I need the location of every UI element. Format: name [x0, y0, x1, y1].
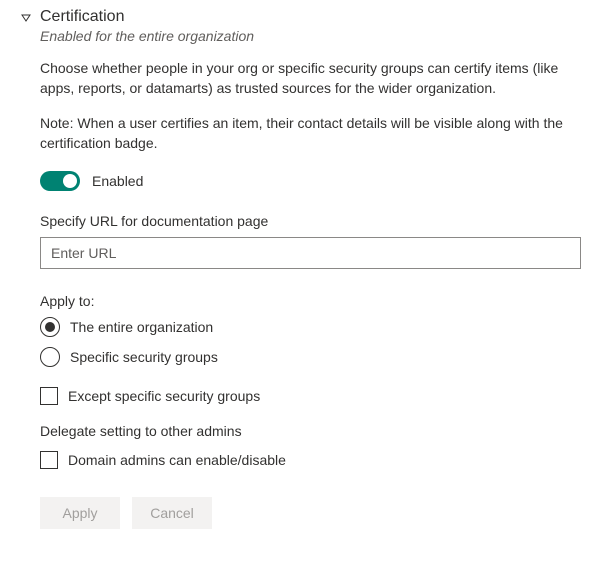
- domain-admins-option[interactable]: Domain admins can enable/disable: [40, 451, 581, 469]
- checkbox-icon: [40, 387, 58, 405]
- delegate-section-label: Delegate setting to other admins: [40, 423, 581, 439]
- apply-to-specific-groups-label: Specific security groups: [70, 349, 218, 365]
- section-header: Certification Enabled for the entire org…: [20, 8, 581, 58]
- radio-icon: [40, 317, 60, 337]
- apply-to-entire-org-option[interactable]: The entire organization: [40, 317, 581, 337]
- certification-settings-panel: Certification Enabled for the entire org…: [0, 0, 601, 549]
- enabled-toggle-label: Enabled: [92, 173, 143, 189]
- toggle-knob: [63, 174, 77, 188]
- enabled-toggle[interactable]: [40, 171, 80, 191]
- cancel-button[interactable]: Cancel: [132, 497, 212, 529]
- apply-to-label: Apply to:: [40, 293, 581, 309]
- domain-admins-label: Domain admins can enable/disable: [68, 452, 286, 468]
- url-field-label: Specify URL for documentation page: [40, 213, 581, 229]
- section-description: Choose whether people in your org or spe…: [40, 58, 581, 99]
- section-note: Note: When a user certifies an item, the…: [40, 113, 581, 154]
- apply-to-entire-org-label: The entire organization: [70, 319, 213, 335]
- section-title: Certification: [40, 8, 581, 26]
- checkbox-icon: [40, 451, 58, 469]
- except-groups-label: Except specific security groups: [68, 388, 260, 404]
- apply-button[interactable]: Apply: [40, 497, 120, 529]
- section-subtitle: Enabled for the entire organization: [40, 28, 581, 44]
- except-groups-option[interactable]: Except specific security groups: [40, 387, 581, 405]
- radio-icon: [40, 347, 60, 367]
- apply-to-specific-groups-option[interactable]: Specific security groups: [40, 347, 581, 367]
- collapse-icon[interactable]: [20, 8, 32, 24]
- documentation-url-input[interactable]: [40, 237, 581, 269]
